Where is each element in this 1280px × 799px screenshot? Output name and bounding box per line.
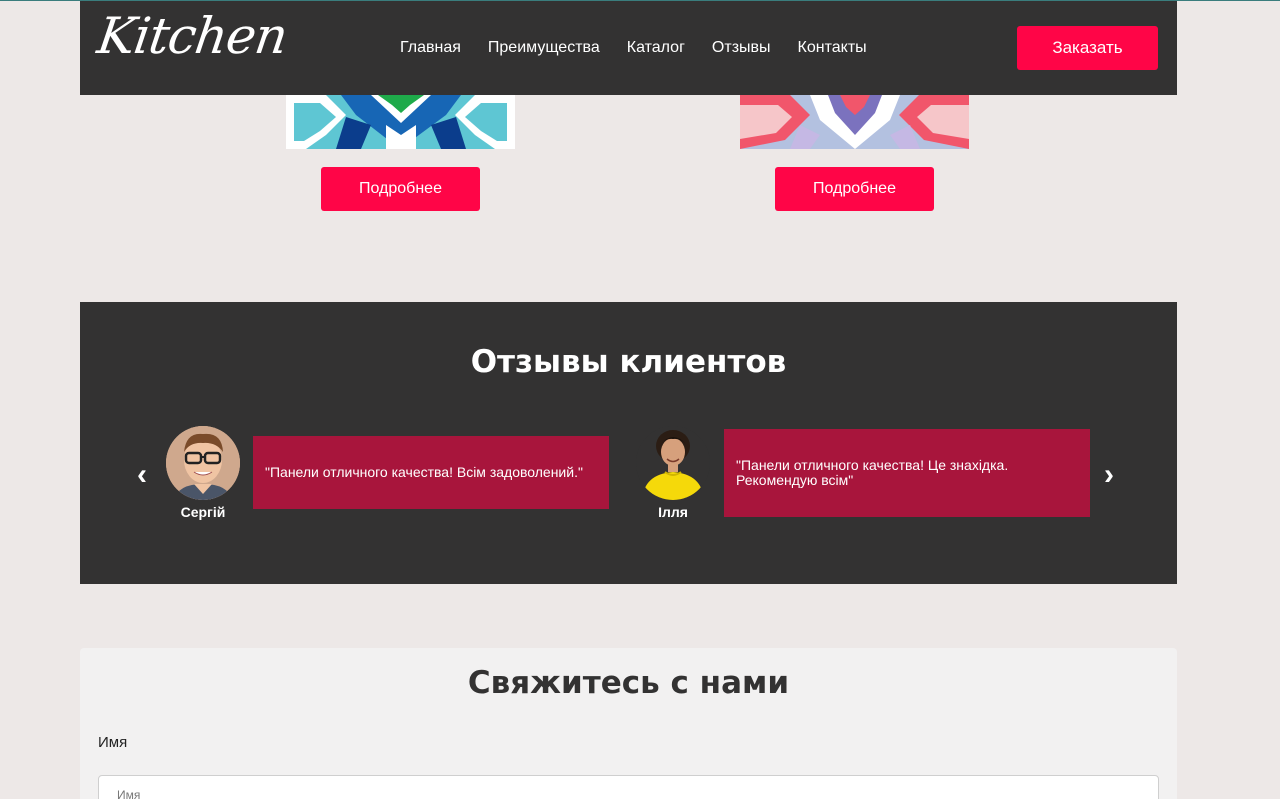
more-button[interactable]: Подробнее bbox=[321, 167, 480, 211]
catalog-tile-image-pink bbox=[740, 95, 969, 149]
reviews-title: Отзывы клиентов bbox=[470, 344, 787, 380]
main-nav: Главная Преимущества Каталог Отзывы Конт… bbox=[400, 39, 867, 57]
reviewer-name: Сергій bbox=[180, 504, 226, 520]
reviews-section: Отзывы клиентов ‹ Сергій "Панели отлично… bbox=[80, 302, 1177, 584]
reviewer-name: Ілля bbox=[658, 504, 688, 520]
site-header: Kitchen Главная Преимущества Каталог Отз… bbox=[80, 1, 1177, 95]
kitchen-logo[interactable]: Kitchen bbox=[94, 7, 291, 65]
nav-link-contacts[interactable]: Контакты bbox=[798, 39, 867, 57]
nav-link-catalog[interactable]: Каталог bbox=[627, 39, 685, 57]
order-button[interactable]: Заказать bbox=[1017, 26, 1158, 70]
nav-link-advantages[interactable]: Преимущества bbox=[488, 39, 600, 57]
chevron-right-icon[interactable]: › bbox=[1104, 460, 1114, 490]
avatar bbox=[166, 426, 240, 500]
avatar bbox=[636, 426, 710, 500]
review-quote: "Панели отличного качества! Всім задовол… bbox=[253, 436, 609, 509]
nav-link-reviews[interactable]: Отзывы bbox=[712, 39, 771, 57]
more-button[interactable]: Подробнее bbox=[775, 167, 934, 211]
contact-title: Свяжитесь с нами bbox=[467, 665, 790, 701]
contact-section: Свяжитесь с нами Имя bbox=[80, 648, 1177, 799]
chevron-left-icon[interactable]: ‹ bbox=[137, 460, 147, 490]
catalog-tile-image-blue bbox=[286, 95, 515, 149]
name-field[interactable] bbox=[98, 775, 1159, 799]
review-quote: "Панели отличного качества! Це знахідка.… bbox=[724, 429, 1090, 517]
nav-link-home[interactable]: Главная bbox=[400, 39, 461, 57]
name-field-label: Имя bbox=[98, 734, 128, 751]
